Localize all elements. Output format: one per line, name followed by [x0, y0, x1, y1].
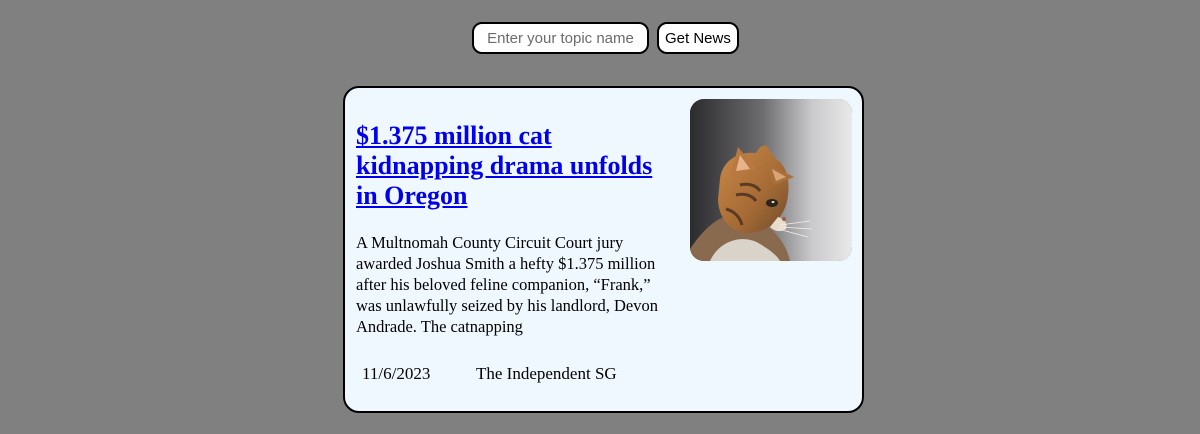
article-headline-link[interactable]: $1.375 million cat kidnapping drama unfo…: [356, 121, 676, 211]
article-image: [690, 99, 852, 261]
cat-photo: [690, 99, 852, 261]
topic-search-input[interactable]: [472, 22, 649, 54]
article-source: The Independent SG: [476, 364, 617, 383]
get-news-button[interactable]: Get News: [657, 22, 739, 54]
article-summary: A Multnomah County Circuit Court jury aw…: [356, 233, 658, 336]
article-date: 11/6/2023: [362, 364, 431, 383]
news-card: $1.375 million cat kidnapping drama unfo…: [343, 86, 864, 413]
search-bar: Get News: [472, 22, 739, 54]
